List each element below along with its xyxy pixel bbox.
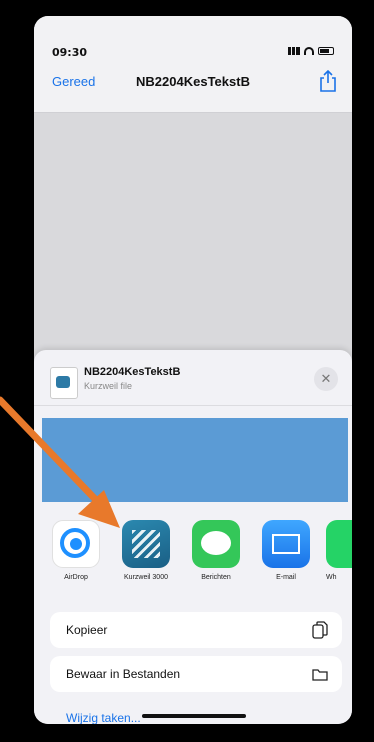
app-messages[interactable]: Berichten <box>186 520 246 581</box>
app-kurzweil[interactable]: Kurzweil 3000 <box>116 520 176 581</box>
share-icon[interactable] <box>318 70 338 92</box>
divider <box>34 405 352 406</box>
battery-icon <box>318 47 334 55</box>
app-label: AirDrop <box>64 574 88 581</box>
signal-icon <box>288 47 300 55</box>
messages-icon <box>192 520 240 568</box>
file-icon <box>50 367 78 399</box>
phone-screen: 09:30 Gereed NB2204KesTekstB NB2204KesTe… <box>34 16 352 724</box>
folder-icon <box>312 669 328 681</box>
status-icons <box>288 47 334 55</box>
home-indicator <box>142 714 246 718</box>
action-label: Kopieer <box>66 623 108 637</box>
app-airdrop[interactable]: AirDrop <box>46 520 106 581</box>
app-label: E-mail <box>276 574 296 581</box>
action-save-files[interactable]: Bewaar in Bestanden <box>50 656 342 692</box>
app-label: Kurzweil 3000 <box>124 574 168 581</box>
edit-actions-link[interactable]: Wijzig taken... <box>66 711 141 724</box>
action-group-copy: Kopieer <box>50 612 342 648</box>
action-copy[interactable]: Kopieer <box>50 612 342 648</box>
file-type: Kurzweil file <box>84 381 133 391</box>
whatsapp-icon <box>326 520 352 568</box>
wifi-icon <box>304 47 314 55</box>
document-preview-background <box>34 113 352 373</box>
share-apps-row: AirDrop Kurzweil 3000 Berichten E-mail W… <box>34 520 352 600</box>
close-button[interactable]: ✕ <box>314 367 338 391</box>
action-group-save: Bewaar in Bestanden <box>50 656 342 692</box>
airdrop-icon <box>52 520 100 568</box>
nav-bar: Gereed NB2204KesTekstB <box>34 60 352 113</box>
page-title: NB2204KesTekstB <box>136 74 250 89</box>
copy-icon <box>312 621 328 639</box>
kurzweil-icon <box>122 520 170 568</box>
file-name: NB2204KesTekstB <box>84 366 181 378</box>
app-whatsapp[interactable]: Wh <box>326 520 352 581</box>
file-preview <box>42 418 348 502</box>
app-label: Berichten <box>201 574 231 581</box>
action-label: Bewaar in Bestanden <box>66 667 181 681</box>
share-sheet: NB2204KesTekstB Kurzweil file ✕ AirDrop … <box>34 350 352 724</box>
status-bar: 09:30 <box>34 16 352 60</box>
app-mail[interactable]: E-mail <box>256 520 316 581</box>
status-time: 09:30 <box>52 46 88 59</box>
mail-icon <box>262 520 310 568</box>
app-label: Wh <box>326 574 337 581</box>
